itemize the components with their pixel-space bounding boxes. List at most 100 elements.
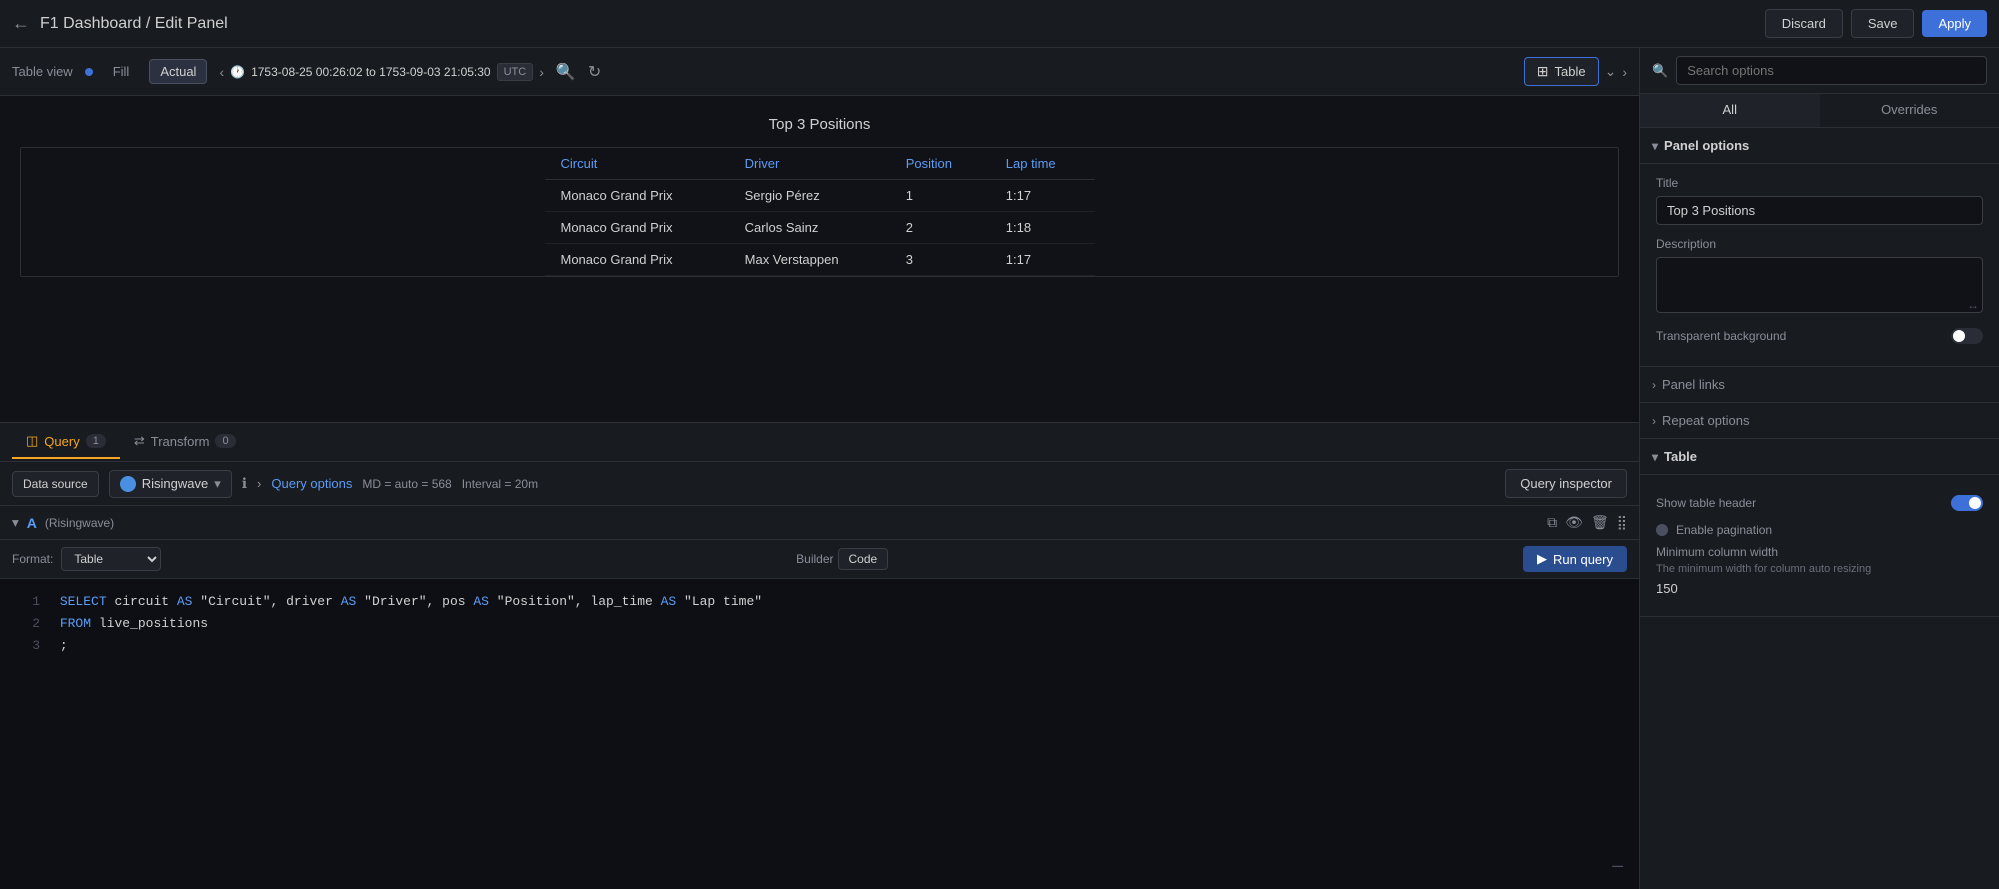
min-col-label: Minimum column width [1656, 545, 1983, 559]
table-header-row: Circuit Driver Position Lap time [545, 148, 1095, 180]
table-section-content: Show table header Enable pagination Mini… [1640, 475, 1999, 617]
clock-icon: 🕐 [230, 65, 245, 79]
cell-circuit-1: Monaco Grand Prix [545, 180, 729, 212]
description-field-row: Description ↔ [1656, 237, 1983, 316]
editor-copy-button[interactable]: ⧉ [1547, 514, 1557, 531]
panel-links-chevron: › [1652, 378, 1656, 392]
show-header-toggle[interactable] [1951, 495, 1983, 511]
sql-line-3: 3 ; [16, 635, 1623, 657]
min-col-section: Minimum column width The minimum width f… [1656, 545, 1983, 604]
resize-corner: — [1612, 857, 1623, 877]
viz-type-icon: ⊞ [1537, 63, 1549, 80]
show-header-row: Show table header [1656, 487, 1983, 519]
tab-query[interactable]: ◫ Query 1 [12, 425, 120, 459]
panel-links-label: Panel links [1662, 377, 1725, 392]
viz-type-button[interactable]: ⊞ Table [1524, 57, 1599, 86]
repeat-options-label: Repeat options [1662, 413, 1749, 428]
back-button[interactable]: ← [12, 13, 30, 34]
actual-button[interactable]: Actual [149, 59, 207, 84]
editor-drag-button[interactable]: ⣿ [1617, 514, 1627, 531]
tab-transform-icon: ⇄ [134, 433, 145, 449]
min-col-desc: The minimum width for column auto resizi… [1656, 563, 1983, 575]
transparent-bg-row: Transparent background [1656, 328, 1983, 344]
format-select[interactable]: Table Time series [61, 547, 161, 571]
table-section-header[interactable]: ▾ Table [1640, 439, 1999, 475]
panel-links-row[interactable]: › Panel links [1640, 367, 1999, 403]
cell-driver-3: Max Verstappen [729, 244, 890, 276]
repeat-options-row[interactable]: › Repeat options [1640, 403, 1999, 439]
sql-code: 1 SELECT circuit AS "Circuit", driver AS… [16, 591, 1623, 657]
tab-query-label: Query [44, 434, 79, 449]
tab-query-icon: ◫ [26, 433, 38, 449]
apply-button[interactable]: Apply [1922, 10, 1987, 37]
discard-button[interactable]: Discard [1765, 9, 1843, 38]
panel-options-content: Title Description ↔ Transparent backgrou… [1640, 164, 1999, 367]
editor-trash-button[interactable]: 🗑 [1591, 514, 1609, 531]
data-source-button[interactable]: Data source [12, 471, 99, 497]
editor-collapse-button[interactable]: ▾ [12, 515, 19, 531]
data-table: Circuit Driver Position Lap time Monaco … [545, 148, 1095, 276]
min-col-value: 150 [1656, 581, 1983, 596]
cell-driver-1: Sergio Pérez [729, 180, 890, 212]
title-input[interactable] [1656, 196, 1983, 225]
table-section-chevron: ▾ [1652, 450, 1658, 464]
tab-transform[interactable]: ⇄ Transform 0 [120, 425, 250, 459]
builder-label: Builder [796, 552, 833, 566]
tab-transform-label: Transform [151, 434, 210, 449]
time-prev-button[interactable]: ‹ [219, 64, 224, 80]
description-textarea[interactable] [1656, 257, 1983, 313]
transparent-bg-toggle[interactable] [1951, 328, 1983, 344]
run-icon: ▶ [1537, 551, 1547, 567]
sql-editor[interactable]: 1 SELECT circuit AS "Circuit", driver AS… [0, 579, 1639, 889]
risingwave-chevron: ▾ [214, 476, 221, 492]
editor-source: (Risingwave) [45, 516, 114, 530]
panel-canvas: Top 3 Positions Circuit Driver Position … [0, 96, 1639, 422]
resize-handle-icon: ↔ [1967, 298, 1979, 312]
run-query-button[interactable]: ▶ Run query [1523, 546, 1627, 572]
editor-letter: A [27, 515, 37, 531]
refresh-button[interactable]: ↻ [588, 62, 601, 82]
risingwave-icon [120, 476, 136, 492]
save-button[interactable]: Save [1851, 9, 1915, 38]
tab-overrides[interactable]: Overrides [1820, 94, 1999, 127]
code-button[interactable]: Code [838, 548, 889, 570]
top-bar-left: ← F1 Dashboard / Edit Panel [12, 13, 228, 34]
viz-expand-right-button[interactable]: › [1622, 64, 1627, 80]
panel-options-label: Panel options [1664, 138, 1749, 153]
table-view-dot [85, 68, 93, 76]
enable-pagination-toggle[interactable] [1656, 524, 1668, 536]
editor-eye-button[interactable]: 👁 [1565, 514, 1583, 531]
cell-position-1: 1 [890, 180, 990, 212]
table-row: Monaco Grand Prix Carlos Sainz 2 1:18 [545, 212, 1095, 244]
time-next-button[interactable]: › [539, 64, 544, 80]
editor-header: ▾ A (Risingwave) ⧉ 👁 🗑 ⣿ [0, 506, 1639, 540]
editor-tools: ⧉ 👁 🗑 ⣿ [1547, 514, 1627, 531]
zoom-button[interactable]: 🔍 [556, 62, 576, 82]
table-row: Monaco Grand Prix Sergio Pérez 1 1:17 [545, 180, 1095, 212]
viz-expand-button[interactable]: ⌄ [1605, 63, 1617, 80]
table-section-label: Table [1664, 449, 1697, 464]
panel-options-header[interactable]: ▾ Panel options [1640, 128, 1999, 164]
query-options-link[interactable]: Query options [271, 476, 352, 491]
tab-transform-badge: 0 [215, 434, 235, 448]
tab-all[interactable]: All [1640, 94, 1820, 127]
info-icon-button[interactable]: ℹ [242, 475, 247, 492]
cell-driver-2: Carlos Sainz [729, 212, 890, 244]
col-driver: Driver [729, 148, 890, 180]
transparent-bg-knob [1953, 330, 1965, 342]
table-row: Monaco Grand Prix Max Verstappen 3 1:17 [545, 244, 1095, 276]
query-inspector-button[interactable]: Query inspector [1505, 469, 1627, 498]
all-overrides-tabs: All Overrides [1640, 94, 1999, 128]
top-bar-right: Discard Save Apply [1765, 9, 1987, 38]
viz-toolbar: Table view Fill Actual ‹ 🕐 1753-08-25 00… [0, 48, 1639, 96]
run-label: Run query [1553, 552, 1613, 567]
col-position: Position [890, 148, 990, 180]
col-circuit: Circuit [545, 148, 729, 180]
fill-button[interactable]: Fill [105, 60, 138, 83]
table-header: Circuit Driver Position Lap time [545, 148, 1095, 180]
data-table-wrapper: Circuit Driver Position Lap time Monaco … [20, 147, 1619, 277]
risingwave-button[interactable]: Risingwave ▾ [109, 470, 232, 498]
repeat-options-chevron: › [1652, 414, 1656, 428]
search-input[interactable] [1676, 56, 1987, 85]
cell-position-2: 2 [890, 212, 990, 244]
